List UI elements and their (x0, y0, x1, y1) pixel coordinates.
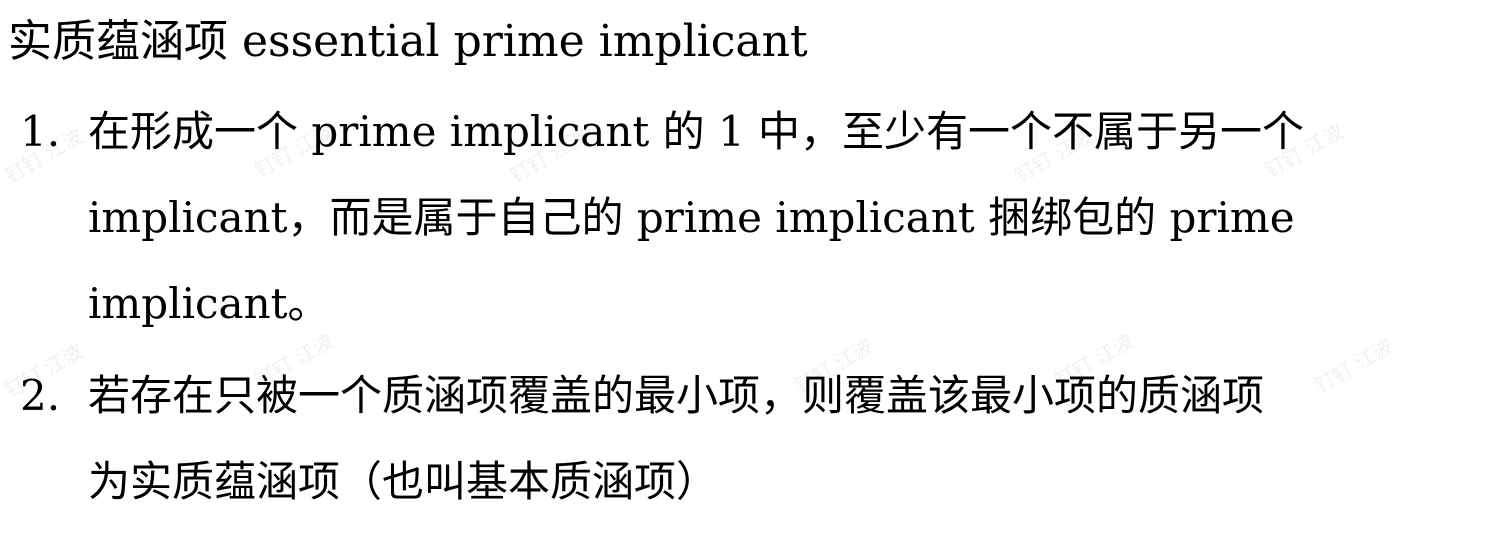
watermark: 钉钉 江波 (1310, 333, 1398, 398)
list-item-text-line: 在形成一个 prime implicant 的 1 中，至少有一个不属于另一个 (88, 107, 1305, 156)
list-item-number: 1. (20, 107, 61, 156)
document-page: 钉钉 江波 钉钉 江波 钉钉 江波 钉钉 江波 钉钉 江波 钉钉 江波 钉钉 江… (0, 0, 1507, 549)
list-item-text-line: 若存在只被一个质涵项覆盖的最小项，则覆盖该最小项的质涵项 (88, 371, 1265, 420)
list-item-text-line: 为实质蕴涵项（也叫基本质涵项） (88, 457, 719, 506)
list-item-number: 2. (20, 371, 61, 420)
page-title: 实质蕴涵项 essential prime implicant (8, 16, 808, 67)
list-item-text-line: implicant。 (88, 279, 330, 328)
list-item-text-line: implicant，而是属于自己的 prime implicant 捆绑包的 p… (88, 193, 1295, 242)
